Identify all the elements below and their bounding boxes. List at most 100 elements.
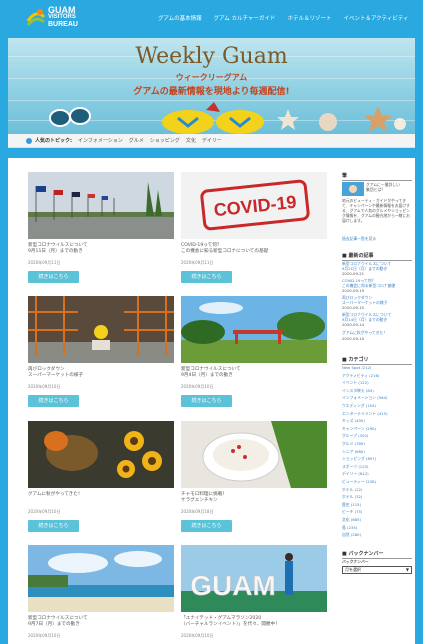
hero-subtitle: ウィークリーグアム xyxy=(175,73,248,82)
topic-link[interactable]: デイリー xyxy=(202,137,222,144)
post-image-flags[interactable] xyxy=(28,172,174,239)
nav-item-events[interactable]: イベント＆アクティビティ xyxy=(343,14,408,22)
category-link[interactable]: 歴史 (115) xyxy=(342,502,361,507)
recent-post-date: 2020-09-21 xyxy=(342,271,365,276)
post-title[interactable]: チャモロ料理に挑戦！ ケラグエンチキン xyxy=(181,492,327,504)
content-divider xyxy=(8,148,415,158)
hero-title: Weekly Guam xyxy=(135,44,288,69)
flip-flops-icon xyxy=(162,102,264,134)
post-date: 2020年09月10日 xyxy=(28,633,61,638)
recent-post-date: 2020-09-14 xyxy=(342,322,365,327)
topics-bullet-icon xyxy=(26,138,32,144)
category-link[interactable]: エンターテイメント (415) xyxy=(342,411,388,416)
post-image-beach[interactable] xyxy=(28,545,174,612)
category-list: New Spot (212) アクティビティ (216) イベント (122) インス… xyxy=(342,365,412,545)
category-link[interactable]: 島 (235) xyxy=(342,525,357,530)
chevron-down-icon: ▼ xyxy=(405,567,409,572)
recent-post-date: 2020-09-19 xyxy=(342,288,365,293)
recent-post-link[interactable]: COVID-19って何？ この機会に知る新型コロナ基礎 xyxy=(342,278,412,288)
backnumber-label: バックナンバー xyxy=(342,559,369,564)
post-date: 2020年09月11日 xyxy=(181,260,214,265)
category-link[interactable]: 文化 (685) xyxy=(342,517,361,522)
post-title[interactable]: グアムに秋がやってきた！ xyxy=(28,492,174,498)
profile-heading: 筆 xyxy=(342,172,412,181)
shells-icon xyxy=(319,106,406,132)
post-title[interactable]: 「ユナイテッド・グアムマラソン2020 （バーチャルランイベント）」を代々、開催… xyxy=(181,616,327,628)
post-grid: 新型コロナウイルスについて 9月11日（月）までの動き 2020年09月11日 … xyxy=(16,158,336,644)
post-image-warehouse[interactable] xyxy=(28,296,174,363)
read-more-button[interactable]: 続きはこちら xyxy=(181,271,232,283)
recent-post-link[interactable]: 新型コロナウイルスについて 9月21日（月）までの動き xyxy=(342,261,412,271)
category-link[interactable]: キッズ (400) xyxy=(342,418,365,423)
category-link[interactable]: イベント (122) xyxy=(342,380,369,385)
profile-archive-link[interactable]: 過去記事一覧を見る xyxy=(342,236,412,241)
profile-name: グアムに一番詳しい 集団とは？ xyxy=(366,182,400,192)
profile-avatar xyxy=(342,182,364,196)
post-title[interactable]: 新型コロナウイルスについて 9月11日（月）までの動き xyxy=(28,243,174,255)
post-image-guam-letters[interactable]: GUAM xyxy=(181,545,327,612)
category-link[interactable]: インフォメーション (564) xyxy=(342,395,387,400)
hero-banner: Weekly Guam ウィークリーグアム グアムの最新情報を現地より毎週配信! xyxy=(8,38,415,134)
post-image-dish[interactable] xyxy=(181,421,327,488)
nav-item-basic-info[interactable]: グアムの基本情報 xyxy=(158,14,202,22)
header-bar: GUAM VISITORS BUREAU グアムの基本情報 グアム カルチャーガ… xyxy=(8,0,415,38)
post-date: 2020年09月10日 xyxy=(181,384,214,389)
category-link[interactable]: ビーチ (75) xyxy=(342,509,362,514)
post-title[interactable]: 新型コロナウイルスについて 9月4日（月）までの動き xyxy=(181,367,327,379)
profile-text: 地元のビューティ・ガイドがやってきて、キャンペーンや最新情報をお届けする、グアム… xyxy=(342,198,411,223)
post-image-covid[interactable]: COVID-19 xyxy=(181,172,327,239)
topic-link[interactable]: 文化 xyxy=(186,137,196,144)
category-link[interactable]: インスタ映え (84) xyxy=(342,388,374,393)
post-date: 2020年09月18日 xyxy=(181,509,214,514)
recent-post-link[interactable]: 再びロックダウン スーパーマーケットの様子 xyxy=(342,295,412,305)
post-date: 2020年09月11日 xyxy=(28,260,61,265)
category-link[interactable]: キャンペーン (290) xyxy=(342,426,376,431)
category-link[interactable]: ホテル (32) xyxy=(342,494,362,499)
read-more-button[interactable]: 続きはこちら xyxy=(28,395,79,407)
category-link[interactable]: ビューティー (238) xyxy=(342,479,376,484)
hero-tagline: グアムの最新情報を現地より毎週配信! xyxy=(133,87,290,97)
topic-link[interactable]: グルメ xyxy=(129,137,144,144)
category-link[interactable]: New Spot (212) xyxy=(342,365,372,370)
backnumber-select[interactable]: 月を選択 ▼ xyxy=(342,566,412,574)
popular-topics-bar: 人気のトピック: インフォメーション グルメ ショッピング 文化 デイリー xyxy=(8,134,415,148)
nav-item-culture-guide[interactable]: グアム カルチャーガイド xyxy=(214,14,276,22)
recent-post-date: 2020-09-10 xyxy=(342,336,365,341)
backnumber-heading: ■ バックナンバー xyxy=(342,550,412,559)
recent-posts-heading: ■ 最新の記事 xyxy=(342,252,412,261)
post-image-autumn[interactable] xyxy=(28,421,174,488)
post-date: 2020年09月10日 xyxy=(181,633,214,638)
post-date: 2020年09月10日 xyxy=(28,509,61,514)
category-link[interactable]: ウエディング (154) xyxy=(342,403,376,408)
category-link[interactable]: スポーツ (123) xyxy=(342,464,369,469)
category-link[interactable]: アクティビティ (216) xyxy=(342,373,379,378)
post-title[interactable]: 新型コロナウイルスについて 9月7日（月）までの動き xyxy=(28,616,174,628)
topic-link[interactable]: インフォメーション xyxy=(78,137,123,144)
guam-visitors-bureau-logo[interactable]: GUAM VISITORS BUREAU xyxy=(26,5,96,33)
post-title[interactable]: 再びロックダウン スーパーマーケットの様子 xyxy=(28,367,174,379)
logo-mark-icon xyxy=(26,9,46,26)
category-link[interactable]: デイリー (612) xyxy=(342,471,369,476)
read-more-button[interactable]: 続きはこちら xyxy=(181,395,232,407)
category-link[interactable]: グルメ (789) xyxy=(342,441,365,446)
category-link[interactable]: ショッピング (897) xyxy=(342,456,376,461)
category-link[interactable]: ホテル (12) xyxy=(342,487,362,492)
topic-link[interactable]: ショッピング xyxy=(150,137,180,144)
starfish-icon xyxy=(277,109,299,130)
recent-post-date: 2020-09-15 xyxy=(342,305,365,310)
category-link[interactable]: グループ (302) xyxy=(342,433,368,438)
sidebar: 筆 グアムに一番詳しい 集団とは？ 地元のビューティ・ガイドがやってきて、キャン… xyxy=(342,158,415,644)
read-more-button[interactable]: 続きはこちら xyxy=(28,520,79,532)
post-title[interactable]: COVID-19って何？ この機会に知る新型コロナについての基礎 xyxy=(181,243,327,255)
post-image-park[interactable] xyxy=(181,296,327,363)
category-link[interactable]: 自然 (280) xyxy=(342,532,361,537)
sunglasses-icon xyxy=(49,107,91,127)
main-nav: グアムの基本情報 グアム カルチャーガイド ホテル＆リゾート イベント＆アクティ… xyxy=(158,14,409,22)
recent-post-link[interactable]: 新型コロナウイルスについて 9月14日（月）までの動き xyxy=(342,312,412,322)
read-more-button[interactable]: 続きはこちら xyxy=(181,520,232,532)
nav-item-hotels[interactable]: ホテル＆リゾート xyxy=(287,14,331,22)
read-more-button[interactable]: 続きはこちら xyxy=(28,271,79,283)
category-link[interactable]: シニア (680) xyxy=(342,449,365,454)
recent-post-link[interactable]: グアムに秋がやってきた！ xyxy=(342,330,412,335)
svg-text:GUAM: GUAM xyxy=(190,570,276,601)
